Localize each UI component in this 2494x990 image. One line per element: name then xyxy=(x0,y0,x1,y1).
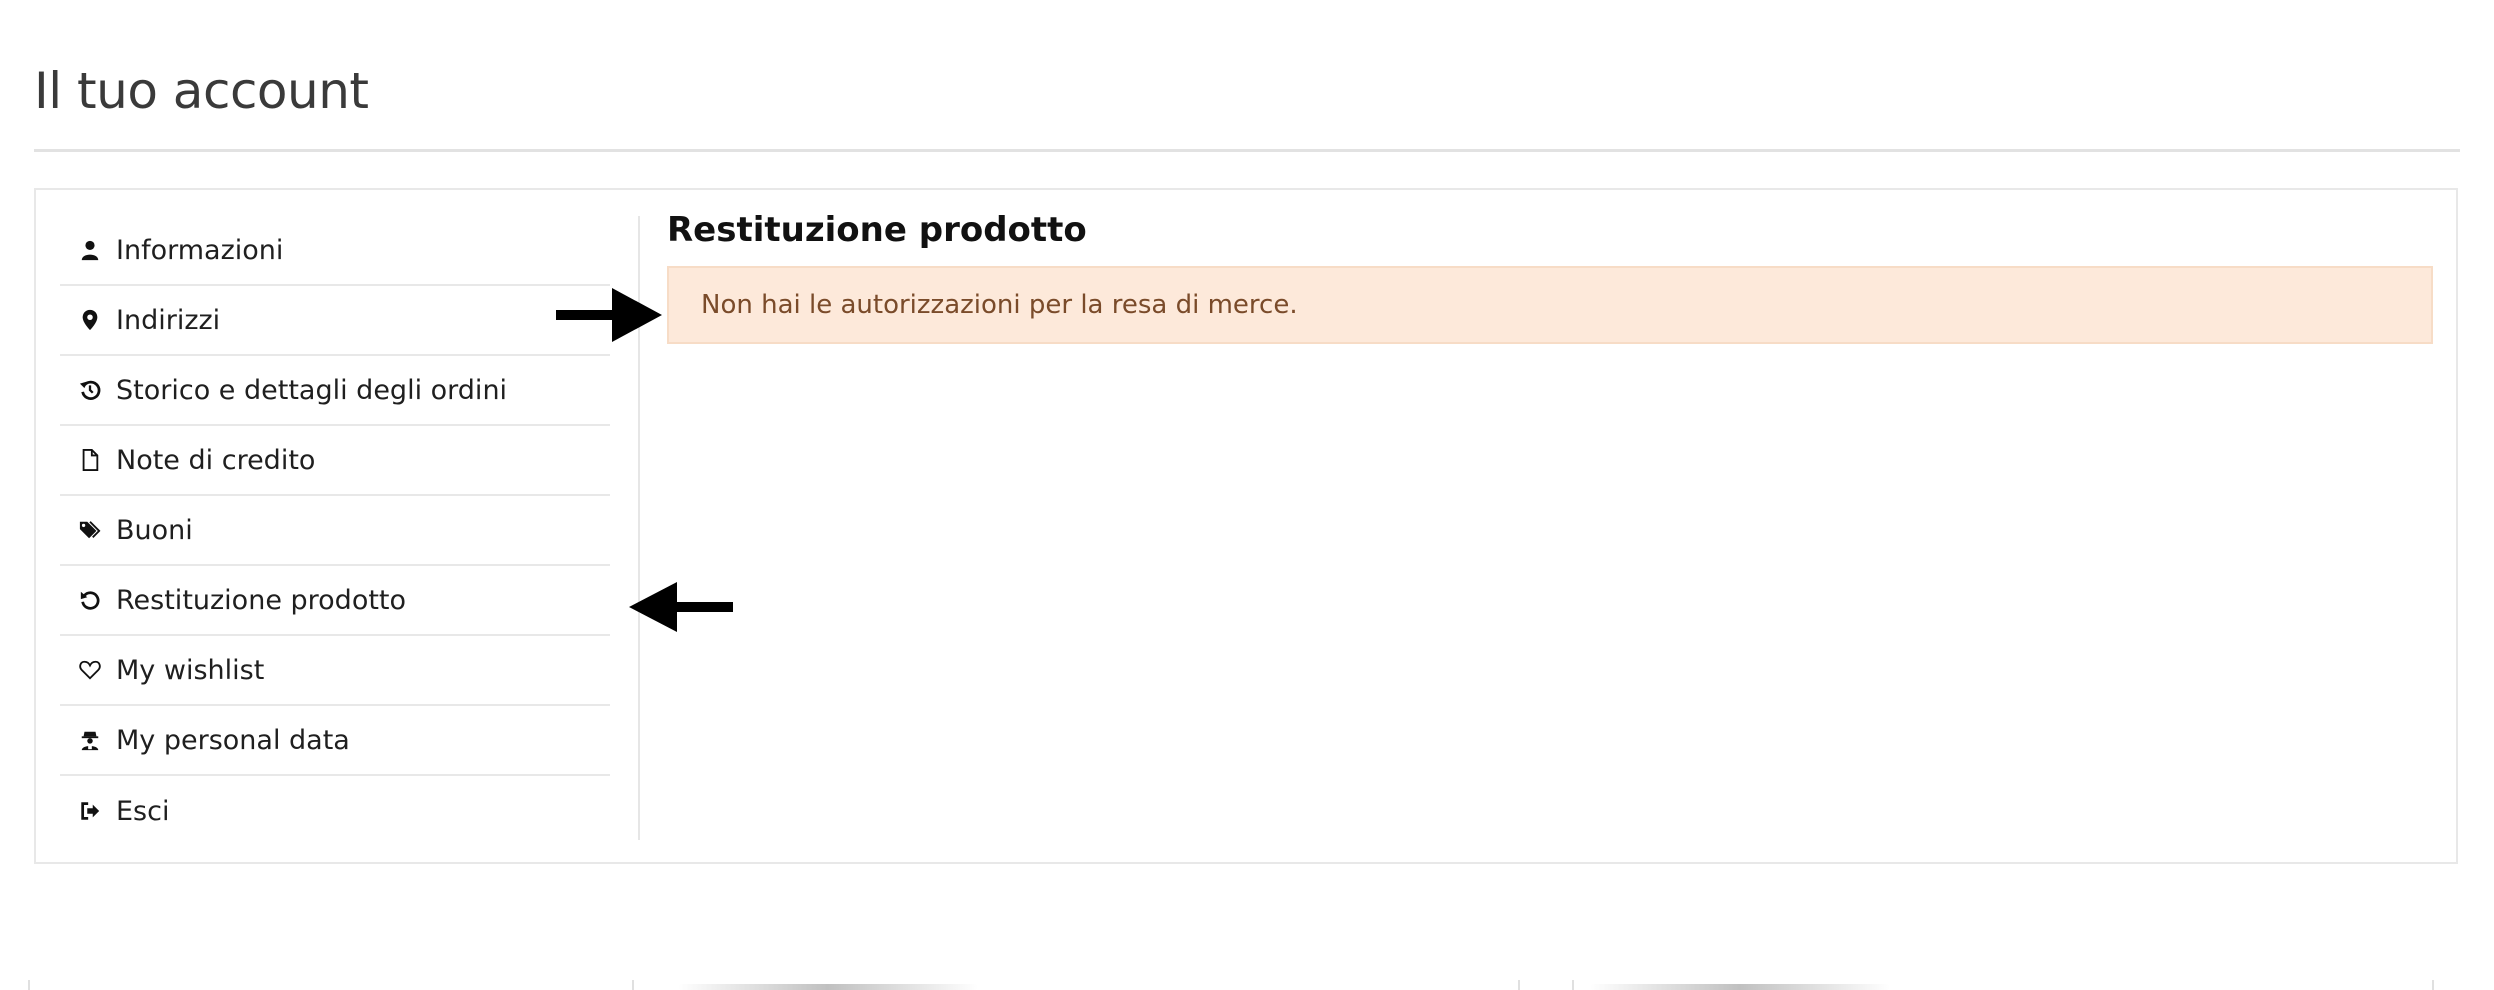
sidebar-item-label: My personal data xyxy=(116,724,350,756)
warning-alert: Non hai le autorizzazioni per la resa di… xyxy=(667,266,2433,344)
sidebar-item-buoni[interactable]: Buoni xyxy=(60,496,610,566)
sidebar-item-my-wishlist[interactable]: My wishlist xyxy=(60,636,610,706)
sidebar-item-label: Storico e dettagli degli ordini xyxy=(116,374,508,406)
sidebar-item-label: Buoni xyxy=(116,514,193,546)
sidebar-item-storico-ordini[interactable]: Storico e dettagli degli ordini xyxy=(60,356,610,426)
sidebar-item-label: Note di credito xyxy=(116,444,316,476)
page-title: Il tuo account xyxy=(34,62,369,120)
footer-image-edge xyxy=(678,984,978,990)
footer-divider xyxy=(632,980,634,990)
account-page: Il tuo account Informazioni Indirizzi St… xyxy=(0,0,2494,990)
sidebar-item-restituzione-prodotto[interactable]: Restituzione prodotto xyxy=(60,566,610,636)
sidebar-item-label: Informazioni xyxy=(116,234,284,266)
history-icon xyxy=(78,378,102,402)
file-icon xyxy=(78,448,102,472)
sidebar-item-label: Esci xyxy=(116,795,170,827)
alert-message: Non hai le autorizzazioni per la resa di… xyxy=(701,290,1298,320)
sidebar-item-my-personal-data[interactable]: My personal data xyxy=(60,706,610,776)
annotation-arrow-right-icon xyxy=(556,288,662,342)
map-marker-icon xyxy=(78,308,102,332)
sidebar-item-informazioni[interactable]: Informazioni xyxy=(60,216,610,286)
user-icon xyxy=(78,238,102,262)
undo-icon xyxy=(78,588,102,612)
sidebar-item-note-di-credito[interactable]: Note di credito xyxy=(60,426,610,496)
section-title: Restituzione prodotto xyxy=(667,210,1087,250)
title-divider xyxy=(34,149,2460,152)
footer-divider xyxy=(1572,980,1574,990)
user-secret-icon xyxy=(78,728,102,752)
footer-divider xyxy=(1518,980,1520,990)
sign-out-icon xyxy=(78,799,102,823)
sidebar-item-indirizzi[interactable]: Indirizzi xyxy=(60,286,610,356)
sidebar-item-label: My wishlist xyxy=(116,654,265,686)
heart-icon xyxy=(78,658,102,682)
account-sidebar: Informazioni Indirizzi Storico e dettagl… xyxy=(60,216,610,846)
footer-divider xyxy=(2432,980,2434,990)
footer-divider xyxy=(28,980,30,990)
sidebar-item-label: Restituzione prodotto xyxy=(116,584,407,616)
sidebar-item-esci[interactable]: Esci xyxy=(60,776,610,846)
sidebar-item-label: Indirizzi xyxy=(116,304,221,336)
footer-image-edge xyxy=(1590,984,1890,990)
tags-icon xyxy=(78,518,102,542)
annotation-arrow-left-icon xyxy=(629,582,733,632)
footer-preview-strip xyxy=(0,980,2494,990)
